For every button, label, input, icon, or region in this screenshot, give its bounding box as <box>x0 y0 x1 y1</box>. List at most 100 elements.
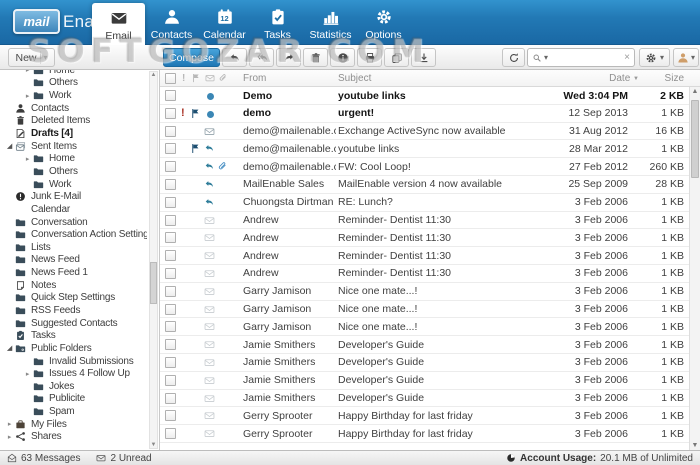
sidebar-item-deleted-items[interactable]: Deleted Items <box>0 115 147 128</box>
tree-collapsed-icon[interactable]: ▸ <box>22 155 33 163</box>
row-checkbox[interactable] <box>165 143 176 155</box>
row-checkbox[interactable] <box>165 161 176 173</box>
scrollbar-thumb[interactable] <box>691 100 699 178</box>
sidebar-item-sent-items[interactable]: ◢ Sent Items <box>0 140 147 153</box>
mail-row[interactable]: Andrew Reminder- Dentist 11:30 3 Feb 2006 1… <box>160 212 689 230</box>
tree-collapsed-icon[interactable]: ▸ <box>22 370 33 378</box>
row-checkbox[interactable] <box>165 410 176 422</box>
sidebar-item-rss-feeds[interactable]: RSS Feeds <box>0 304 147 317</box>
mail-row[interactable]: Andrew Reminder- Dentist 11:30 3 Feb 2006 1… <box>160 229 689 248</box>
sidebar-item-spam[interactable]: Spam <box>0 405 147 418</box>
row-checkbox[interactable] <box>165 232 176 244</box>
mail-row[interactable]: Gerry Sprooter Happy Birthday for last fr… <box>160 407 689 426</box>
read-status-column-icon[interactable] <box>205 73 215 86</box>
sidebar-item-lists[interactable]: Lists <box>0 241 147 254</box>
row-checkbox[interactable] <box>165 267 176 279</box>
row-checkbox[interactable] <box>165 214 176 226</box>
mail-row[interactable]: MailEnable Sales MailEnable version 4 now… <box>160 176 689 194</box>
size-column-header[interactable]: Size <box>665 73 684 84</box>
tab-email[interactable]: Email <box>92 3 145 45</box>
account-menu-button[interactable]: ▾ <box>673 48 699 67</box>
date-column-header[interactable]: Date ▼ <box>609 73 639 84</box>
sidebar-item-others[interactable]: Others <box>0 165 147 178</box>
copy-button[interactable] <box>384 48 409 67</box>
row-checkbox[interactable] <box>165 356 176 368</box>
mail-row[interactable]: Garry Jamison Nice one mate...! 3 Feb 2006… <box>160 301 689 319</box>
sidebar-item-contacts[interactable]: Contacts <box>0 102 147 115</box>
reply-all-button[interactable] <box>249 48 274 67</box>
row-checkbox[interactable] <box>165 90 176 101</box>
mail-row[interactable]: Garry Jamison Nice one mate...! 3 Feb 2006… <box>160 318 689 337</box>
sidebar-item-suggested-contacts[interactable]: Suggested Contacts <box>0 317 147 330</box>
sidebar-item-junk-e-mail[interactable]: Junk E-Mail <box>0 190 147 203</box>
tab-contacts[interactable]: Contacts <box>145 0 198 45</box>
select-all-checkbox[interactable] <box>165 73 176 84</box>
row-checkbox[interactable] <box>165 428 176 440</box>
sidebar-item-work[interactable]: ▸ Work <box>0 89 147 102</box>
mail-row[interactable]: demo@mailenable.com.auExchange ActiveSyn… <box>160 123 689 141</box>
tree-expanded-icon[interactable]: ◢ <box>4 344 15 352</box>
sidebar-item-home[interactable]: ▸ Home <box>0 70 147 77</box>
sidebar-item-issues-4-follow-up[interactable]: ▸ Issues 4 Follow Up <box>0 367 147 380</box>
sidebar-scrollbar[interactable]: ▲ ▼ <box>149 71 158 449</box>
scrollbar-thumb[interactable] <box>150 262 157 304</box>
mail-row[interactable]: Demo youtube links Wed 3:04 PM 2 KB <box>160 87 689 105</box>
tree-collapsed-icon[interactable]: ▸ <box>4 420 15 428</box>
mail-row[interactable]: demo@mailenable.com.auFW: Cool Loop! 27 F… <box>160 158 689 176</box>
search-scope-chevron-icon[interactable]: ▾ <box>544 53 548 62</box>
sidebar-item-work[interactable]: Work <box>0 178 147 191</box>
new-button[interactable]: New ▾ <box>8 48 55 67</box>
sidebar-item-news-feed-1[interactable]: News Feed 1 <box>0 266 147 279</box>
tree-expanded-icon[interactable]: ◢ <box>4 142 15 150</box>
search-clear-icon[interactable]: × <box>624 52 630 63</box>
row-checkbox[interactable] <box>165 321 176 333</box>
search-box[interactable]: ▾ × <box>527 48 635 67</box>
tab-tasks[interactable]: Tasks <box>251 0 304 45</box>
tree-collapsed-icon[interactable]: ▸ <box>22 70 33 74</box>
row-checkbox[interactable] <box>165 339 176 351</box>
mail-row[interactable]: Jamie Smithers Developer's Guide 3 Feb 200… <box>160 336 689 354</box>
row-checkbox[interactable] <box>165 196 176 208</box>
sidebar-item-shares[interactable]: ▸ Shares <box>0 431 147 444</box>
print-button[interactable] <box>357 48 382 67</box>
mail-row[interactable]: Andrew Reminder- Dentist 11:30 3 Feb 2006 1… <box>160 265 689 283</box>
sidebar-item-calendar[interactable]: Calendar <box>0 203 147 216</box>
info-button[interactable] <box>330 48 355 67</box>
row-checkbox[interactable] <box>165 178 176 190</box>
sidebar-item-public-folders[interactable]: ◢ Public Folders <box>0 342 147 355</box>
sidebar-item-conversation-action-settings[interactable]: Conversation Action Settings <box>0 228 147 241</box>
scroll-down-arrow-icon[interactable]: ▼ <box>690 442 700 449</box>
download-button[interactable] <box>411 48 436 67</box>
sidebar-item-news-feed[interactable]: News Feed <box>0 254 147 267</box>
tab-statistics[interactable]: Statistics <box>304 0 357 45</box>
attachment-column-icon[interactable] <box>218 73 228 86</box>
sidebar-item-drafts-4[interactable]: Drafts [4] <box>0 127 147 140</box>
mail-row[interactable]: Gerry Sprooter Happy Birthday for last fr… <box>160 425 689 443</box>
row-checkbox[interactable] <box>165 392 176 404</box>
row-checkbox[interactable] <box>165 250 176 262</box>
tree-collapsed-icon[interactable]: ▸ <box>4 433 15 441</box>
row-checkbox[interactable] <box>165 125 176 137</box>
row-checkbox[interactable] <box>165 107 176 119</box>
settings-button[interactable]: ▾ <box>639 48 670 67</box>
forward-button[interactable] <box>276 48 301 67</box>
row-checkbox[interactable] <box>165 285 176 297</box>
scroll-up-arrow-icon[interactable]: ▲ <box>150 72 157 78</box>
tab-calendar[interactable]: 12 Calendar <box>198 0 251 45</box>
sidebar-item-invalid-submissions[interactable]: Invalid Submissions <box>0 355 147 368</box>
importance-column-icon[interactable]: ! <box>182 73 185 84</box>
row-checkbox[interactable] <box>165 303 176 315</box>
tab-options[interactable]: Options <box>357 0 410 45</box>
sidebar-item-tasks[interactable]: Tasks <box>0 329 147 342</box>
scroll-down-arrow-icon[interactable]: ▼ <box>150 442 157 448</box>
sidebar-item-publicite[interactable]: Publicite <box>0 393 147 406</box>
mail-row[interactable]: Garry Jamison Nice one mate...! 3 Feb 2006… <box>160 283 689 301</box>
sidebar-item-my-files[interactable]: ▸ My Files <box>0 418 147 431</box>
row-checkbox[interactable] <box>165 374 176 386</box>
scroll-up-arrow-icon[interactable]: ▲ <box>690 88 700 95</box>
sidebar-item-notes[interactable]: Notes <box>0 279 147 292</box>
flag-column-icon[interactable] <box>191 73 201 86</box>
reply-button[interactable] <box>222 48 247 67</box>
sidebar-item-quick-step-settings[interactable]: Quick Step Settings <box>0 292 147 305</box>
mail-row[interactable]: ! demo urgent! 12 Sep 2013 1 KB <box>160 105 689 123</box>
